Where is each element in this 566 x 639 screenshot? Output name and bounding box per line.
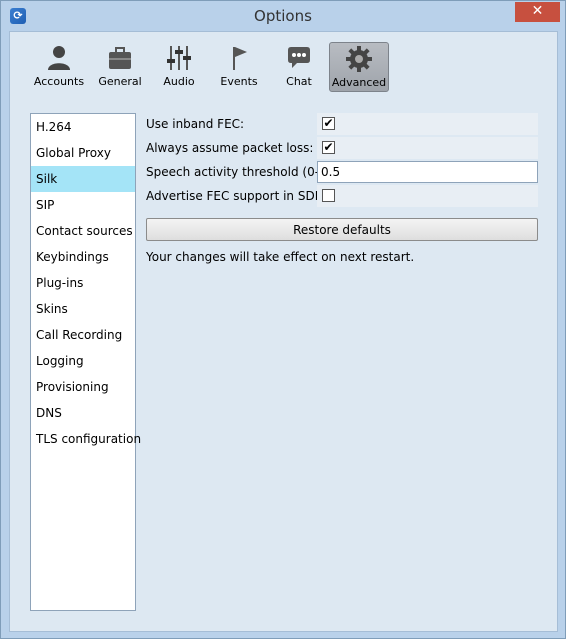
sidebar-item-skins[interactable]: Skins xyxy=(31,296,135,322)
inband-fec-label: Use inband FEC: xyxy=(146,117,245,131)
sliders-icon xyxy=(167,46,191,70)
sidebar-item-h264[interactable]: H.264 xyxy=(31,114,135,140)
advertise-fec-checkbox[interactable] xyxy=(322,189,335,202)
toolbar-general[interactable]: General xyxy=(90,42,150,92)
title-bar[interactable]: ⟳ Options ✕ xyxy=(1,1,565,31)
toolbar-label: General xyxy=(98,75,142,88)
advertise-fec-cell xyxy=(317,185,538,207)
inband-fec-cell: ✔ xyxy=(317,113,538,135)
toolbar-label: Advanced xyxy=(331,76,387,89)
setting-row-packet-loss: Always assume packet loss: ✔ xyxy=(146,137,539,159)
sidebar-item-sip[interactable]: SIP xyxy=(31,192,135,218)
restart-note: Your changes will take effect on next re… xyxy=(146,250,415,264)
sidebar-item-provisioning[interactable]: Provisioning xyxy=(31,374,135,400)
sidebar-item-logging[interactable]: Logging xyxy=(31,348,135,374)
toolbar-label: Events xyxy=(220,75,258,88)
gear-icon xyxy=(346,46,372,72)
close-button[interactable]: ✕ xyxy=(515,2,560,22)
toolbar-label: Accounts xyxy=(33,75,85,88)
toolbar-audio[interactable]: Audio xyxy=(149,42,209,92)
speech-threshold-input[interactable] xyxy=(317,161,538,183)
setting-row-advertise-fec: Advertise FEC support in SDP: xyxy=(146,185,539,207)
toolbar-events[interactable]: Events xyxy=(209,42,269,92)
sidebar-item-tls-configuration[interactable]: TLS configuration xyxy=(31,426,141,452)
restore-defaults-button[interactable]: Restore defaults xyxy=(146,218,538,241)
settings-category-list: H.264 Global Proxy Silk SIP Contact sour… xyxy=(30,113,141,611)
speech-threshold-label: Speech activity threshold (0-1): xyxy=(146,165,336,179)
toolbar-accounts[interactable]: Accounts xyxy=(29,42,89,92)
sidebar-item-plug-ins[interactable]: Plug-ins xyxy=(31,270,135,296)
packet-loss-cell: ✔ xyxy=(317,137,538,159)
setting-row-speech-threshold: Speech activity threshold (0-1): xyxy=(146,161,539,183)
sidebar-item-keybindings[interactable]: Keybindings xyxy=(31,244,135,270)
chat-bubble-icon xyxy=(288,47,310,68)
user-icon xyxy=(48,46,70,70)
flag-icon xyxy=(233,47,247,70)
sidebar-item-global-proxy[interactable]: Global Proxy xyxy=(31,140,135,166)
toolbar-chat[interactable]: Chat xyxy=(269,42,329,92)
packet-loss-label: Always assume packet loss: xyxy=(146,141,314,155)
options-panel: Accounts General Audio Events Chat Advan… xyxy=(9,31,558,632)
briefcase-icon xyxy=(109,47,131,69)
sidebar-item-contact-sources[interactable]: Contact sources xyxy=(31,218,135,244)
advertise-fec-label: Advertise FEC support in SDP: xyxy=(146,189,326,203)
sidebar-item-silk[interactable]: Silk xyxy=(31,166,135,192)
inband-fec-checkbox[interactable]: ✔ xyxy=(322,117,335,130)
toolbar-label: Audio xyxy=(163,75,195,88)
sidebar-item-call-recording[interactable]: Call Recording xyxy=(31,322,135,348)
sidebar-item-dns[interactable]: DNS xyxy=(31,400,135,426)
toolbar-advanced[interactable]: Advanced xyxy=(329,42,389,92)
setting-row-inband-fec: Use inband FEC: ✔ xyxy=(146,113,539,135)
toolbar-label: Chat xyxy=(286,75,312,88)
options-window: ⟳ Options ✕ Accounts General Audio Event… xyxy=(0,0,566,639)
packet-loss-checkbox[interactable]: ✔ xyxy=(322,141,335,154)
window-title: Options xyxy=(254,7,312,25)
